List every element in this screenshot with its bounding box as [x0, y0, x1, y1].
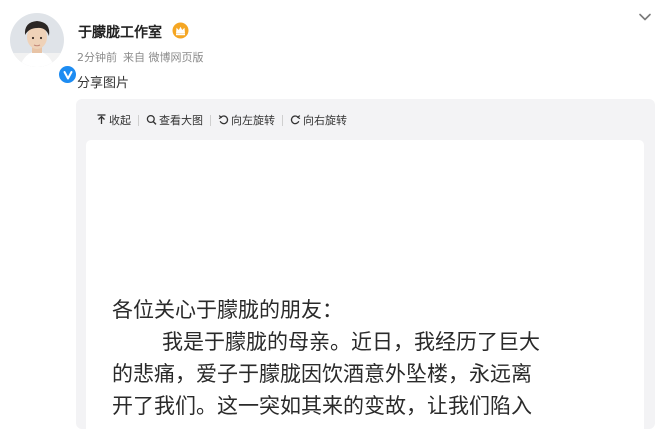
image-viewer: 收起 查看大图 向左旋转 向右旋转 各位关心于朦胧的朋友： 我是于朦胧的母亲。近… — [76, 99, 655, 440]
crown-icon[interactable] — [172, 22, 189, 39]
rotate-left-button[interactable]: 向左旋转 — [218, 112, 275, 128]
letter-line: 开了我们。这一突如其来的变故，让我们陷入 — [112, 394, 532, 418]
magnifier-icon — [146, 114, 157, 125]
verified-icon — [57, 64, 78, 85]
collapse-label: 收起 — [109, 114, 131, 127]
rotate-right-icon — [290, 115, 301, 125]
letter-line: 的悲痛，爱子于朦胧因饮酒意外坠楼，永远离 — [112, 362, 532, 386]
post-text: 分享图片 — [77, 76, 130, 91]
view-large-button[interactable]: 查看大图 — [146, 112, 203, 128]
collapse-button[interactable]: 收起 — [96, 112, 131, 128]
rotate-right-button[interactable]: 向右旋转 — [290, 112, 347, 128]
avatar[interactable] — [10, 13, 78, 85]
avatar-image — [10, 13, 64, 67]
rotate-left-icon — [218, 115, 229, 125]
post-time[interactable]: 2分钟前 — [77, 51, 117, 64]
letter-line: 我是于朦胧的母亲。近日，我经历了巨大 — [162, 330, 540, 354]
post-meta: 2分钟前 来自 微博网页版 — [77, 49, 210, 65]
rotate-left-label: 向左旋转 — [231, 114, 275, 127]
post-source: 来自 微博网页版 — [123, 51, 204, 64]
letter-text: 各位关心于朦胧的朋友： 我是于朦胧的母亲。近日，我经历了巨大 的悲痛，爱子于朦胧… — [112, 294, 632, 422]
letter-line: 各位关心于朦胧的朋友： — [112, 298, 343, 322]
author-name[interactable]: 于朦胧工作室 — [78, 22, 162, 42]
image-toolbar: 收起 查看大图 向左旋转 向右旋转 — [96, 112, 347, 128]
view-large-label: 查看大图 — [159, 114, 203, 127]
arrow-up-icon — [97, 114, 106, 124]
toolbar-divider — [282, 114, 283, 126]
rotate-right-label: 向右旋转 — [303, 114, 347, 127]
chevron-down-icon[interactable] — [638, 10, 652, 24]
post-image[interactable]: 各位关心于朦胧的朋友： 我是于朦胧的母亲。近日，我经历了巨大 的悲痛，爱子于朦胧… — [86, 140, 644, 440]
toolbar-divider — [210, 114, 211, 126]
toolbar-divider — [138, 114, 139, 126]
